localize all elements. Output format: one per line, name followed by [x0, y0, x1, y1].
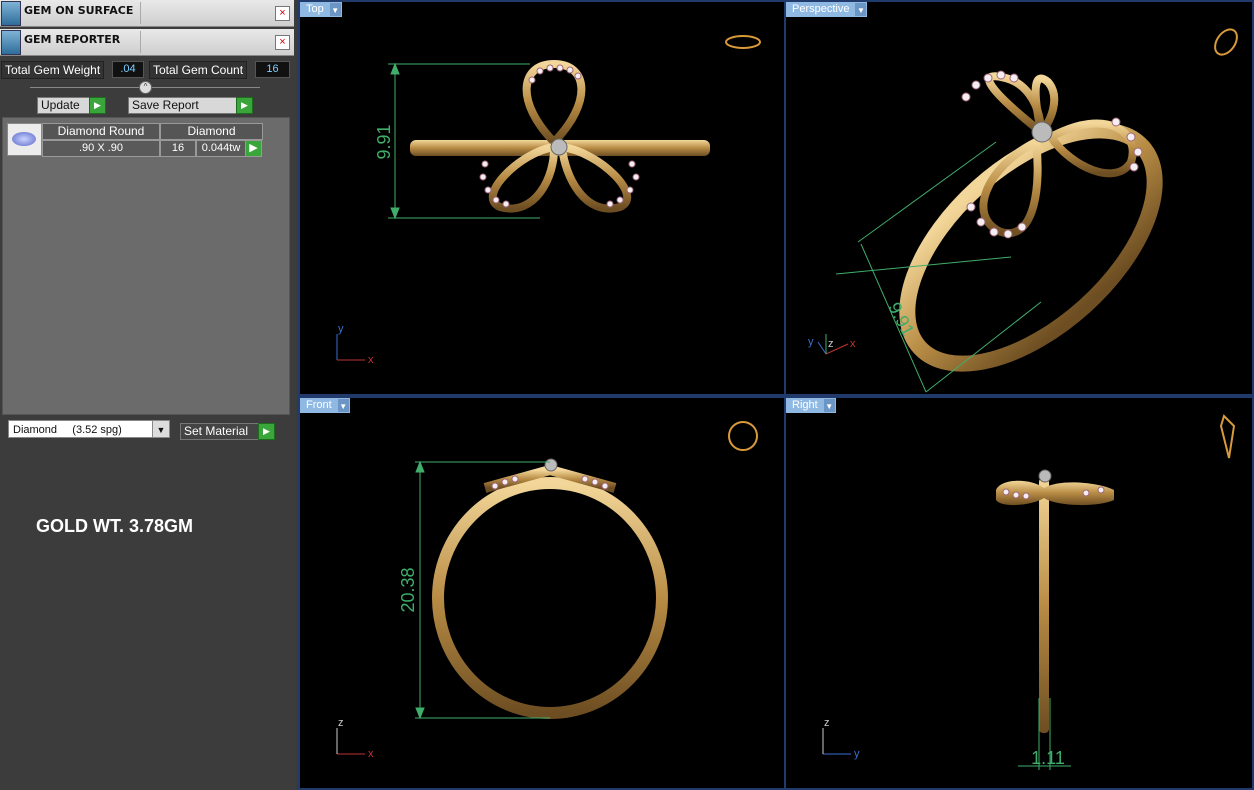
axis-y-label: y — [338, 323, 344, 335]
axis-z-label: z — [828, 338, 834, 350]
total-gem-weight-label: Total Gem Weight — [1, 61, 105, 79]
play-icon: ▶ — [89, 97, 106, 114]
header-divider — [140, 2, 141, 24]
play-icon: ▶ — [258, 423, 275, 440]
axis-y-label: y — [808, 336, 814, 348]
gem-material-header: Diamond — [160, 123, 263, 140]
top-dimension-label: 9.91 — [374, 124, 394, 159]
axis-x-label: x — [850, 338, 856, 350]
update-button-label: Update — [41, 98, 80, 112]
gem-on-surface-header[interactable]: GEM ON SURFACE × — [0, 0, 294, 27]
gold-weight-text: GOLD WT. 3.78GM — [36, 516, 194, 536]
gem-reporter-header[interactable]: GEM REPORTER × — [0, 29, 294, 56]
set-material-button[interactable]: Set Material ▶ — [180, 423, 275, 440]
gem-reporter-title: GEM REPORTER — [24, 33, 121, 46]
axis-z-label: z — [338, 717, 344, 729]
gem-reporter-icon — [1, 30, 21, 55]
ring-view-icon — [728, 421, 758, 451]
set-material-button-label: Set Material — [184, 424, 249, 438]
gem-on-surface-title: GEM ON SURFACE — [24, 4, 134, 17]
chevron-down-icon[interactable]: ▼ — [152, 421, 169, 437]
axis-gizmo: x y — [336, 323, 374, 366]
axis-z-label: z — [824, 717, 830, 729]
viewport-right[interactable]: Right ▼ 1.11 y z — [784, 396, 1254, 790]
close-icon[interactable]: × — [275, 6, 290, 21]
gem-tools-panel: GEM ON SURFACE × GEM REPORTER × Total Ge… — [0, 0, 296, 790]
gem-shape-header: Diamond Round — [42, 123, 160, 140]
close-icon[interactable]: × — [275, 35, 290, 50]
save-report-button[interactable]: Save Report ▶ — [128, 97, 253, 114]
ring-view-icon — [1219, 414, 1236, 459]
gem-size-cell: .90 X .90 — [42, 140, 160, 157]
axis-x-label: x — [368, 748, 374, 760]
axis-y-label: y — [854, 748, 860, 760]
material-select[interactable]: Diamond (3.52 spg) ▼ — [8, 420, 170, 438]
play-icon[interactable]: ▶ — [245, 140, 262, 157]
top-view-render: 9.91 x y — [336, 35, 761, 366]
right-view-render: 1.11 y z — [822, 414, 1236, 770]
total-gem-count-label: Total Gem Count — [149, 61, 248, 79]
axis-gizmo: y z — [822, 717, 860, 760]
right-dimension-label: 1.11 — [1031, 748, 1065, 768]
update-button[interactable]: Update ▶ — [37, 97, 106, 114]
slider-handle[interactable]: ^ — [139, 81, 152, 94]
total-gem-weight-value: .04 — [112, 61, 144, 78]
gem-weight-cell: 0.044tw — [196, 140, 246, 157]
viewport-perspective[interactable]: Perspective ▼ 9.91 y z x — [784, 0, 1254, 396]
axis-gizmo: y z x — [808, 334, 856, 355]
viewport-front[interactable]: Front ▼ 20.38 x z — [298, 396, 786, 790]
perspective-view-render: 9.91 y z x — [808, 28, 1238, 393]
play-icon: ▶ — [236, 97, 253, 114]
front-view-render: 20.38 x z — [336, 421, 758, 760]
gem-report-list: Diamond Round Diamond .90 X .90 16 0.044… — [2, 117, 290, 415]
total-gem-count-value: 16 — [255, 61, 290, 78]
ring-view-icon — [725, 35, 761, 49]
axis-x-label: x — [368, 354, 374, 366]
ring-view-icon — [1214, 28, 1238, 56]
header-divider — [140, 31, 141, 53]
diamond-round-icon — [7, 123, 42, 156]
material-select-value: Diamond (3.52 spg) — [13, 424, 122, 436]
viewport-top[interactable]: Top ▼ 9.91 x y — [298, 0, 786, 396]
axis-gizmo: x z — [336, 717, 374, 760]
gem-count-cell: 16 — [160, 140, 196, 157]
gem-on-surface-icon — [1, 1, 21, 26]
front-dimension-label: 20.38 — [398, 567, 418, 612]
save-report-button-label: Save Report — [132, 98, 199, 112]
